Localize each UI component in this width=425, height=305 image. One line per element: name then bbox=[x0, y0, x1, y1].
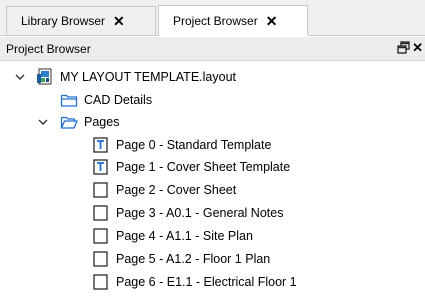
project-tree: MY LAYOUT TEMPLATE.layout CAD Details Pa… bbox=[0, 62, 425, 305]
tab-bar: Library Browser ✕ Project Browser ✕ bbox=[0, 0, 425, 36]
panel-header: Project Browser ✕ bbox=[0, 37, 425, 61]
tree-item-page[interactable]: Page 1 - Cover Sheet Template bbox=[92, 156, 290, 178]
panel-title: Project Browser bbox=[6, 41, 91, 56]
tree-item-page[interactable]: Page 3 - A0.1 - General Notes bbox=[92, 202, 283, 224]
tab-label: Library Browser bbox=[21, 14, 106, 28]
tree-item-label: Page 6 - E1.1 - Electrical Floor 1 bbox=[116, 275, 297, 289]
layout-file-icon bbox=[37, 68, 52, 85]
tree-item-label: Pages bbox=[84, 115, 120, 129]
tree-item-page[interactable]: Page 0 - Standard Template bbox=[92, 134, 271, 156]
template-page-icon bbox=[93, 137, 108, 153]
tree-item-label: Page 3 - A0.1 - General Notes bbox=[116, 206, 284, 220]
template-page-icon bbox=[93, 159, 108, 175]
tree-item-page[interactable]: Page 5 - A1.2 - Floor 1 Plan bbox=[92, 248, 270, 270]
tree-item-label: Page 0 - Standard Template bbox=[116, 138, 272, 152]
float-window-icon[interactable] bbox=[397, 41, 411, 55]
tree-item-pages[interactable]: Pages bbox=[60, 111, 119, 133]
folder-icon bbox=[60, 94, 78, 107]
tree-item-label: Page 5 - A1.2 - Floor 1 Plan bbox=[116, 252, 271, 266]
tab-library-browser[interactable]: Library Browser ✕ bbox=[6, 6, 156, 35]
tree-item-page[interactable]: Page 2 - Cover Sheet bbox=[92, 179, 236, 201]
tab-label: Project Browser bbox=[173, 13, 258, 28]
tab-project-browser[interactable]: Project Browser ✕ bbox=[158, 5, 308, 36]
tree-item-label: CAD Details bbox=[84, 93, 153, 107]
tree-item-label: Page 4 - A1.1 - Site Plan bbox=[116, 229, 253, 243]
close-icon[interactable]: ✕ bbox=[266, 14, 278, 28]
page-icon bbox=[93, 228, 108, 244]
tree-item-label: Page 2 - Cover Sheet bbox=[116, 183, 237, 197]
folder-open-icon bbox=[60, 116, 78, 129]
page-icon bbox=[93, 182, 108, 198]
chevron-down-icon[interactable] bbox=[14, 71, 26, 83]
page-icon bbox=[93, 251, 108, 267]
tree-item-label: MY LAYOUT TEMPLATE.layout bbox=[60, 70, 236, 84]
close-icon[interactable]: ✕ bbox=[113, 14, 125, 28]
tree-item-label: Page 1 - Cover Sheet Template bbox=[116, 160, 291, 174]
page-icon bbox=[93, 205, 108, 221]
page-icon bbox=[93, 274, 108, 290]
tree-item-page[interactable]: Page 6 - E1.1 - Electrical Floor 1 bbox=[92, 271, 297, 293]
tree-item-root[interactable]: MY LAYOUT TEMPLATE.layout bbox=[36, 66, 236, 88]
tree-item-cad-details[interactable]: CAD Details bbox=[60, 89, 152, 111]
close-icon[interactable]: ✕ bbox=[412, 40, 423, 56]
tree-item-page[interactable]: Page 4 - A1.1 - Site Plan bbox=[92, 225, 253, 247]
chevron-down-icon[interactable] bbox=[37, 116, 49, 128]
